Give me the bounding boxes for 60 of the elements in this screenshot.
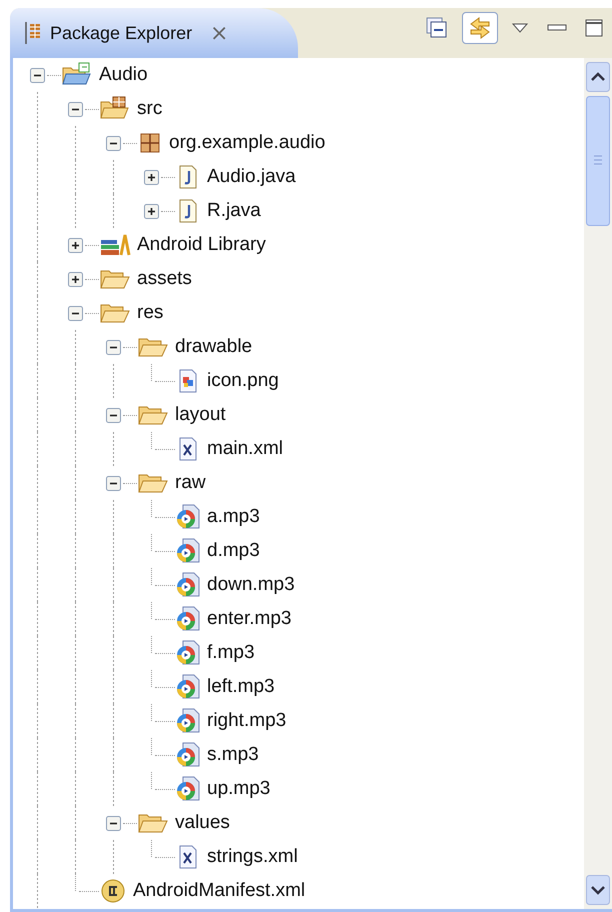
tree-item[interactable]: org.example.audio [169, 132, 326, 154]
tree-item[interactable]: d.mp3 [207, 540, 260, 562]
tree-item[interactable]: Audio [99, 64, 148, 86]
expand-toggle[interactable] [144, 204, 159, 218]
view-tab[interactable]: Package Explorer ⨯ [10, 8, 298, 58]
scroll-thumb[interactable] [586, 96, 610, 226]
minimize-icon [547, 23, 567, 33]
vertical-scrollbar[interactable] [584, 58, 612, 909]
collapse-all-icon [425, 16, 449, 40]
scroll-up-button[interactable] [586, 62, 610, 92]
dropdown-triangle-icon [511, 22, 529, 34]
media-file-icon [175, 776, 201, 802]
collapse-toggle[interactable] [106, 408, 121, 422]
tree-item[interactable]: assets [137, 268, 192, 290]
tree-item[interactable]: R.java [207, 200, 261, 222]
tree-item[interactable]: down.mp3 [207, 574, 295, 596]
media-file-icon [175, 708, 201, 734]
package-explorer-icon [24, 21, 42, 45]
tree-item[interactable]: a.mp3 [207, 506, 260, 528]
link-editor-button[interactable] [462, 12, 498, 44]
tree-item[interactable]: layout [175, 404, 226, 426]
tree-item[interactable]: s.mp3 [207, 744, 259, 766]
tree-item[interactable]: drawable [175, 336, 252, 358]
tree-item[interactable]: src [137, 98, 162, 120]
collapse-toggle[interactable] [106, 476, 121, 490]
collapse-toggle[interactable] [68, 102, 83, 116]
collapse-toggle[interactable] [106, 340, 121, 354]
tree-item[interactable]: left.mp3 [207, 676, 275, 698]
maximize-icon [585, 18, 603, 38]
tree-item[interactable]: f.mp3 [207, 642, 255, 664]
media-file-icon [175, 742, 201, 768]
media-file-icon [175, 640, 201, 666]
media-file-icon [175, 538, 201, 564]
tree-item[interactable]: strings.xml [207, 846, 298, 868]
media-file-icon [175, 674, 201, 700]
expand-toggle[interactable] [68, 238, 83, 252]
tree-item[interactable]: Audio.java [207, 166, 296, 188]
scroll-down-button[interactable] [586, 875, 610, 905]
close-button[interactable]: ⨯ [210, 20, 228, 46]
tree-item[interactable]: Android Library [137, 234, 266, 256]
tree-item[interactable]: res [137, 302, 164, 324]
tree-item[interactable]: icon.png [207, 370, 279, 392]
tree-item[interactable]: raw [175, 472, 206, 494]
manifest-file-icon [99, 878, 127, 904]
tree-item[interactable]: main.xml [207, 438, 284, 460]
books-icon [99, 232, 131, 258]
tree-item[interactable]: up.mp3 [207, 778, 270, 800]
tree-item[interactable]: right.mp3 [207, 710, 286, 732]
media-file-icon [175, 606, 201, 632]
collapse-toggle[interactable] [106, 136, 121, 150]
expand-toggle[interactable] [68, 272, 83, 286]
tree-item[interactable]: AndroidManifest.xml [133, 880, 306, 902]
tree-item[interactable]: enter.mp3 [207, 608, 292, 630]
collapse-toggle[interactable] [30, 68, 45, 82]
collapse-toggle[interactable] [106, 816, 121, 830]
collapse-toggle[interactable] [68, 306, 83, 320]
media-file-icon [175, 572, 201, 598]
tree-item[interactable]: values [175, 812, 230, 834]
media-file-icon [175, 504, 201, 530]
expand-toggle[interactable] [144, 170, 159, 184]
